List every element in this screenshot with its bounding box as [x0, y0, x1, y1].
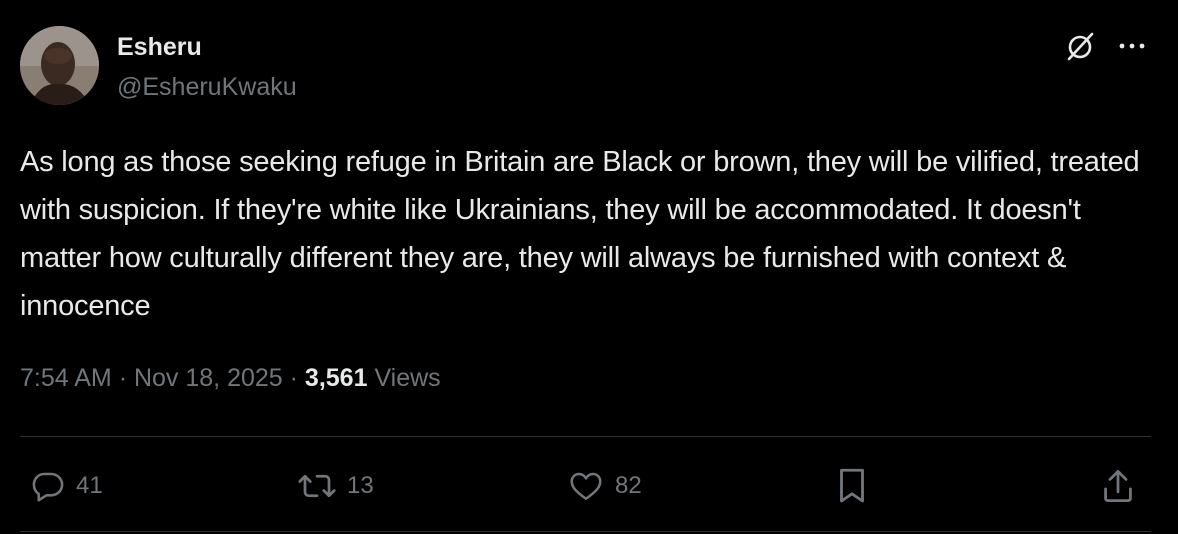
- views-label: Views: [374, 364, 441, 392]
- author-handle[interactable]: @EsheruKwaku: [117, 73, 297, 102]
- meta-separator: ·: [118, 364, 128, 392]
- share-icon: [1104, 469, 1132, 503]
- repost-button[interactable]: 13: [297, 466, 374, 506]
- reply-count: 41: [76, 472, 103, 499]
- reply-button[interactable]: 41: [30, 466, 103, 506]
- meta-separator: ·: [289, 364, 298, 392]
- views-count: 3,561: [304, 364, 368, 392]
- tweet-text: As long as those seeking refuge in Brita…: [20, 146, 1140, 322]
- bookmark-icon: [840, 468, 864, 503]
- tweet-date[interactable]: Nov 18, 2025: [134, 364, 283, 392]
- like-count: 82: [615, 472, 642, 499]
- repost-icon: [298, 474, 336, 498]
- grok-icon[interactable]: [1064, 30, 1096, 62]
- like-icon: [570, 472, 602, 501]
- tweet-time[interactable]: 7:54 AM: [20, 364, 112, 392]
- reply-icon: [32, 472, 64, 502]
- tweet-meta: 7:54 AM · Nov 18, 2025 · 3,561 Views: [20, 364, 441, 393]
- divider: [20, 531, 1151, 532]
- divider: [20, 436, 1151, 437]
- tweet-container: Esheru @EsheruKwaku As long as those see…: [0, 0, 1178, 534]
- avatar-image: [20, 26, 99, 105]
- like-button[interactable]: 82: [567, 466, 642, 506]
- share-button[interactable]: [1100, 466, 1136, 506]
- repost-count: 13: [347, 472, 374, 499]
- bookmark-button[interactable]: [834, 466, 870, 506]
- more-options-icon[interactable]: [1114, 34, 1150, 58]
- avatar[interactable]: [20, 26, 99, 105]
- author-display-name[interactable]: Esheru: [117, 33, 202, 62]
